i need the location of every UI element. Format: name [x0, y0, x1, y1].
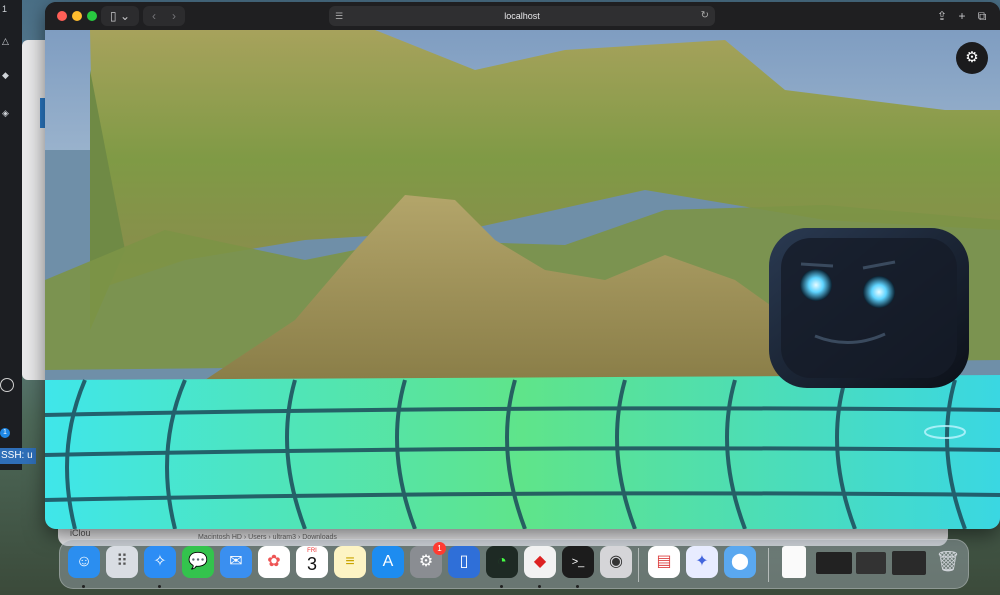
robot-left-eye [800, 269, 832, 301]
simulator-icon[interactable]: ▯ [448, 546, 480, 578]
running-indicator [576, 585, 579, 588]
address-bar[interactable]: ☰ localhost ↻ [329, 6, 715, 26]
dock-separator [638, 548, 639, 582]
app-icon[interactable]: ⬤ [724, 546, 756, 578]
ssh-status-badge[interactable]: SSH: u [0, 448, 36, 464]
background-count-badge: 1 [0, 428, 10, 438]
safari-icon[interactable]: ✧ [144, 546, 176, 578]
dock: ☺ ⠿ ✧ 💬 ✉ ✿ FRI 3 ≡ A ⚙ 1 ▯ ◔ ◆ >_ ◉ ▤ ✦ … [59, 539, 969, 589]
minimize-window-button[interactable] [72, 11, 82, 21]
calendar-day: 3 [306, 554, 317, 574]
icloud-label: iClou [70, 528, 91, 538]
plus-icon[interactable]: + [952, 6, 972, 26]
running-indicator [82, 585, 85, 588]
background-glyph: ◈ [2, 108, 9, 118]
browser-toolbar: ▯ ⌄ ‹ › ☰ localhost ↻ ⇪ + ⧉ [45, 2, 1000, 30]
browser-right-tools: ⇪ + ⧉ [932, 6, 992, 26]
launchpad-icon[interactable]: ⠿ [106, 546, 138, 578]
running-indicator [538, 585, 541, 588]
chevron-right-icon[interactable]: › [164, 6, 184, 26]
page-settings-icon[interactable]: ☰ [335, 6, 343, 26]
close-window-button[interactable] [57, 11, 67, 21]
scene-canvas [45, 30, 1000, 529]
settings-button[interactable]: ⚙ [956, 42, 988, 74]
background-app-strip: 1 △ ◆ ◈ 1 [0, 0, 22, 470]
share-icon[interactable]: ⇪ [932, 6, 952, 26]
running-indicator [500, 585, 503, 588]
robot-character[interactable] [769, 228, 969, 388]
dock-separator [768, 548, 769, 582]
finder-icon[interactable]: ☺ [68, 546, 100, 578]
activity-monitor-icon[interactable]: ◔ [486, 546, 518, 578]
sheet-icon[interactable]: ▤ [648, 546, 680, 578]
zoom-window-button[interactable] [87, 11, 97, 21]
robot-face [781, 238, 957, 378]
messages-icon[interactable]: 💬 [182, 546, 214, 578]
notes-icon[interactable]: ≡ [334, 546, 366, 578]
running-indicator [158, 585, 161, 588]
background-ring-icon [0, 378, 14, 392]
background-glyph: 1 [2, 4, 8, 14]
document-icon[interactable] [782, 546, 806, 578]
reload-icon[interactable]: ↻ [701, 6, 709, 26]
calendar-icon[interactable]: FRI 3 [296, 546, 328, 578]
trash-icon[interactable]: 🗑 [932, 546, 964, 578]
background-glyph: △ [2, 36, 9, 46]
chat-icon[interactable]: ✦ [686, 546, 718, 578]
address-text: localhost [504, 11, 540, 21]
browser-window: ▯ ⌄ ‹ › ☰ localhost ↻ ⇪ + ⧉ ⚙ [45, 2, 1000, 529]
photos-icon[interactable]: ✿ [258, 546, 290, 578]
window-thumbnail[interactable] [892, 551, 926, 575]
robot-left-brow [800, 262, 834, 268]
mail-icon[interactable]: ✉ [220, 546, 252, 578]
settings-badge: 1 [433, 542, 446, 555]
system-settings-icon[interactable]: ⚙ 1 [410, 542, 446, 578]
camera-icon[interactable]: ◉ [600, 546, 632, 578]
three-d-scene[interactable]: ⚙ [45, 30, 1000, 529]
window-thumbnail[interactable] [816, 552, 852, 574]
gear-icon: ⚙ [965, 49, 979, 66]
window-thumbnail[interactable] [856, 552, 886, 574]
sidebar-toggle-button[interactable]: ▯ ⌄ [101, 6, 139, 26]
chevron-left-icon[interactable]: ‹ [144, 6, 164, 26]
sidebar-icon: ▯ ⌄ [110, 9, 130, 23]
background-glyph: ◆ [2, 70, 9, 80]
navigation-buttons: ‹ › [143, 6, 185, 26]
tabs-overview-icon[interactable]: ⧉ [972, 6, 992, 26]
terminal-icon[interactable]: >_ [562, 546, 594, 578]
app-store-icon[interactable]: A [372, 546, 404, 578]
robot-right-eye [863, 276, 895, 308]
apple-configurator-icon[interactable]: ◆ [524, 546, 556, 578]
